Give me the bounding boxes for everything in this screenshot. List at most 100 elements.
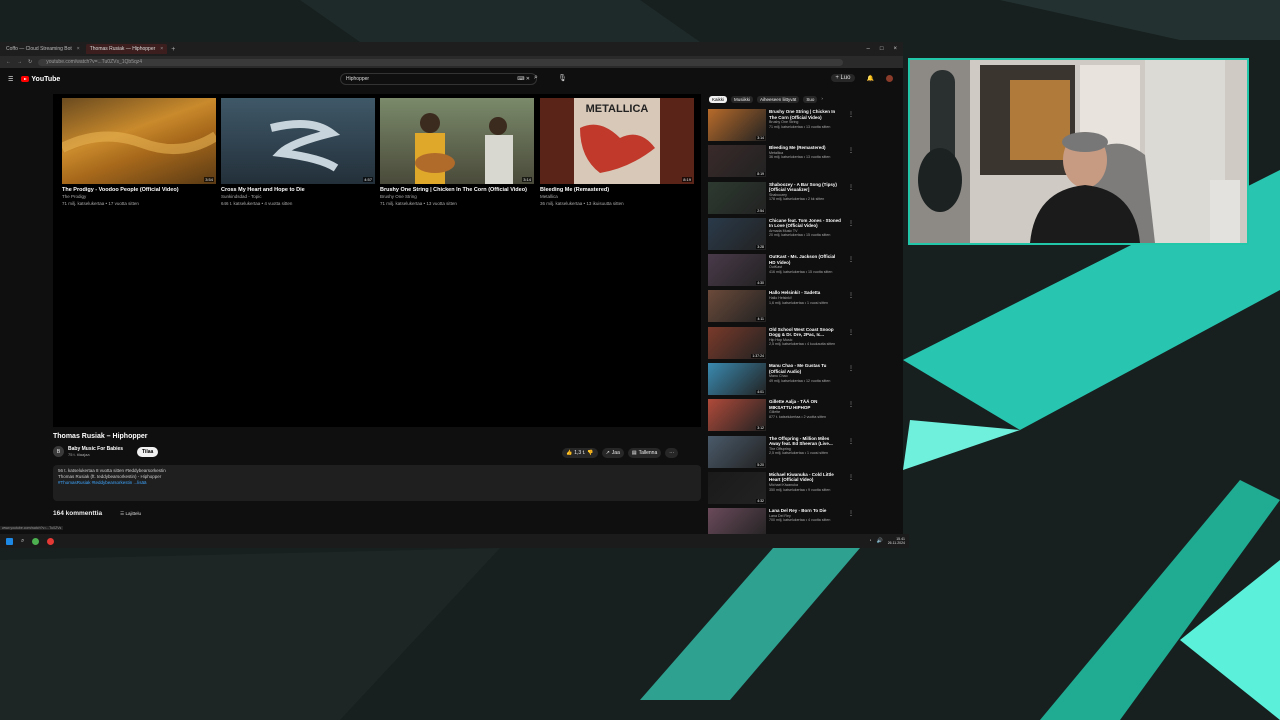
channel-avatar[interactable]: B	[53, 446, 64, 457]
recommendation-item[interactable]: 5:20 The Offspring - Million Miles Away f…	[708, 435, 854, 472]
create-label: Luo	[840, 75, 851, 81]
save-button[interactable]: ▤ Tallenna	[627, 448, 662, 458]
wifi-icon[interactable]: ◔	[868, 538, 871, 544]
recommendation-meta: 350 milj. katselukertaa • 9 vuotta sitte…	[769, 487, 831, 492]
youtube-logo[interactable]: YouTube	[21, 76, 60, 83]
recommendation-title: Brushy One String | Chicken In The Corn …	[769, 109, 836, 120]
save-label: Tallenna	[638, 450, 658, 456]
search-icon[interactable]: ⌕	[534, 74, 538, 82]
recommendation-item[interactable]: 4:11 Hallo Helsinki! - Sadetta Hallo Helsi…	[708, 290, 854, 326]
recommendation-thumbnail: 3:14	[708, 109, 766, 141]
more-options-icon[interactable]: ⋮	[848, 438, 854, 445]
endcard-1[interactable]: 3:54 The Prodigy - Voodoo People (Offici…	[62, 98, 216, 206]
maximize-icon[interactable]: □	[880, 46, 884, 52]
logo-text: YouTube	[31, 75, 61, 83]
volume-icon[interactable]: 🔊	[877, 538, 883, 544]
url-field[interactable]: youtube.com/watch?v=...Tu0ZVs_1Qb5qz4	[38, 58, 843, 66]
forward-icon[interactable]: →	[17, 59, 22, 65]
more-actions-icon[interactable]: ⋯	[665, 448, 679, 458]
endcard-4[interactable]: METALLICA 8:19 Bleeding Me (Remastered) …	[540, 98, 694, 206]
endcard-meta: 646 t. katselukertaa • 4 vuotta sitten	[221, 200, 293, 206]
endcard-2[interactable]: 4:57 Cross My Heart and Hope to Die Sunk…	[221, 98, 375, 206]
more-options-icon[interactable]: ⋮	[848, 510, 854, 517]
endcard-3[interactable]: 3:14 Brushy One String | Chicken In The …	[380, 98, 534, 206]
duration: 5:20	[756, 462, 765, 467]
comments-count: 164 kommenttia	[53, 510, 103, 517]
recommendation-item[interactable]: 3:14 Brushy One String | Chicken In The C…	[708, 109, 854, 145]
more-options-icon[interactable]: ⋮	[848, 401, 854, 408]
recommendation-item[interactable]: 4:32 Michael Kiwanuka - Cold Little Heart…	[708, 471, 854, 508]
bell-icon[interactable]: 🔔	[867, 75, 874, 82]
clock[interactable]: 15.41 26.11.2024	[888, 537, 905, 545]
more-options-icon[interactable]: ⋮	[848, 365, 854, 372]
recommendation-item[interactable]: 1:37:24 Old School West Coast Snoop Dogg …	[708, 326, 854, 363]
channel-row: B Baby Music For Babies 75 t. tilaajaa T…	[53, 446, 159, 457]
chip-related[interactable]: Aiheeseen liittyvät	[757, 96, 800, 103]
endcard-channel: Metallica	[540, 194, 558, 199]
recommendation-thumbnail: 4:01	[708, 363, 766, 396]
recommendation-meta: 71 milj. katselukertaa • 13 vuotta sitte…	[769, 124, 831, 129]
reload-icon[interactable]: ↻	[28, 59, 32, 65]
duration: 3:14	[756, 136, 765, 140]
browser-tab-youtube[interactable]: Thomas Rusiak — Hiphopper ×	[85, 44, 168, 54]
recommendation-title: The Offspring - Million Miles Away feat.…	[769, 435, 833, 447]
chip-music[interactable]: Musiikki	[731, 96, 754, 103]
new-tab-button[interactable]: +	[171, 46, 175, 53]
close-icon[interactable]: ×	[77, 46, 80, 52]
search-taskbar-icon[interactable]: ⌕	[21, 538, 24, 545]
thumbnail-image	[62, 131, 216, 155]
more-options-icon[interactable]: ⋮	[848, 256, 854, 263]
youtube-header: ☰ YouTube Hiphopper ⌨ ✕ ⌕ 🎙 + Luo 🔔	[0, 68, 903, 90]
duration: 4:30	[756, 281, 765, 286]
chip-all[interactable]: Kaikki	[709, 96, 728, 103]
more-options-icon[interactable]: ⋮	[848, 220, 854, 227]
mic-icon[interactable]: 🎙	[558, 74, 567, 82]
recommendation-item[interactable]: 8:19 Bleeding Me (Remastered) Metallica 36 …	[708, 145, 854, 181]
browser-tab-bar: Coffo — Cloud Streaming Bot × Thomas Rusi…	[0, 42, 903, 56]
endcard-meta: 71 milj. katselukertaa • 17 vuotta sitte…	[62, 200, 139, 206]
search-input[interactable]: Hiphopper ⌨ ✕	[340, 73, 537, 85]
more-options-icon[interactable]: ⋮	[848, 184, 854, 191]
share-icon: ↗	[605, 450, 610, 456]
chip-more[interactable]: Suo	[803, 96, 818, 103]
share-button[interactable]: ↗ Jaa	[601, 448, 624, 458]
browser-tab-coffo[interactable]: Coffo — Cloud Streaming Bot ×	[2, 44, 84, 54]
clear-search-icon[interactable]: ⌨ ✕	[517, 76, 530, 82]
minimize-icon[interactable]: –	[867, 46, 870, 52]
like-button[interactable]: 👍 1,3 t. 👎	[562, 448, 598, 458]
sort-button[interactable]: ☰ Lajittelu	[120, 511, 141, 517]
avatar[interactable]	[886, 74, 893, 82]
more-options-icon[interactable]: ⋮	[848, 474, 854, 481]
duration: 8:19	[756, 172, 765, 177]
search-query: Hiphopper	[346, 76, 370, 82]
recommendation-item[interactable]: 2:54 Shaboozey - A Bar Song (Tipsy) [Offi…	[708, 181, 854, 218]
windows-start-icon[interactable]	[6, 537, 13, 545]
spotify-icon[interactable]	[32, 537, 40, 545]
description-box[interactable]: 56 t. katselukertaa 8 vuotta sitten #ted…	[53, 465, 701, 501]
more-options-icon[interactable]: ⋮	[848, 329, 854, 336]
thumbs-down-icon[interactable]: 👎	[587, 450, 593, 456]
subscribe-button[interactable]: Tilaa	[137, 446, 159, 457]
sort-label: Lajittelu	[125, 510, 141, 516]
webcam-image	[910, 60, 1247, 243]
close-window-icon[interactable]: ×	[893, 46, 897, 52]
close-icon[interactable]: ×	[160, 46, 163, 52]
recommendation-item[interactable]: 3:28 Chicane feat. Tom Jones - Stoned In …	[708, 217, 854, 254]
recommendation-item[interactable]: 4:01 Manu Chao - Me Gustas Tu (Official A…	[708, 363, 854, 399]
chrome-icon[interactable]	[47, 537, 55, 545]
back-icon[interactable]: ←	[6, 59, 11, 65]
more-options-icon[interactable]: ⋮	[848, 292, 854, 299]
endcard-channel: Sunkindsdad - Topic	[221, 194, 262, 199]
recommendation-item[interactable]: 4:30 OutKast - Ms. Jackson (Official HD V…	[708, 254, 854, 290]
duration: 2:54	[756, 208, 765, 213]
more-options-icon[interactable]: ⋮	[848, 147, 854, 154]
menu-icon[interactable]: ☰	[8, 76, 13, 83]
webcam-overlay	[908, 58, 1249, 245]
create-button[interactable]: + Luo	[831, 74, 855, 82]
more-options-icon[interactable]: ⋮	[848, 111, 854, 118]
duration: 4:32	[756, 498, 765, 503]
recommendation-thumbnail: 1:37:24	[708, 326, 766, 359]
recommendation-item[interactable]: 3:12 Gillette Aalja - TÄÄ ON MIKSATTU HIP…	[708, 399, 854, 435]
chevron-right-icon[interactable]: ›	[821, 96, 823, 103]
recommendation-thumbnail: 4:11	[708, 290, 766, 323]
